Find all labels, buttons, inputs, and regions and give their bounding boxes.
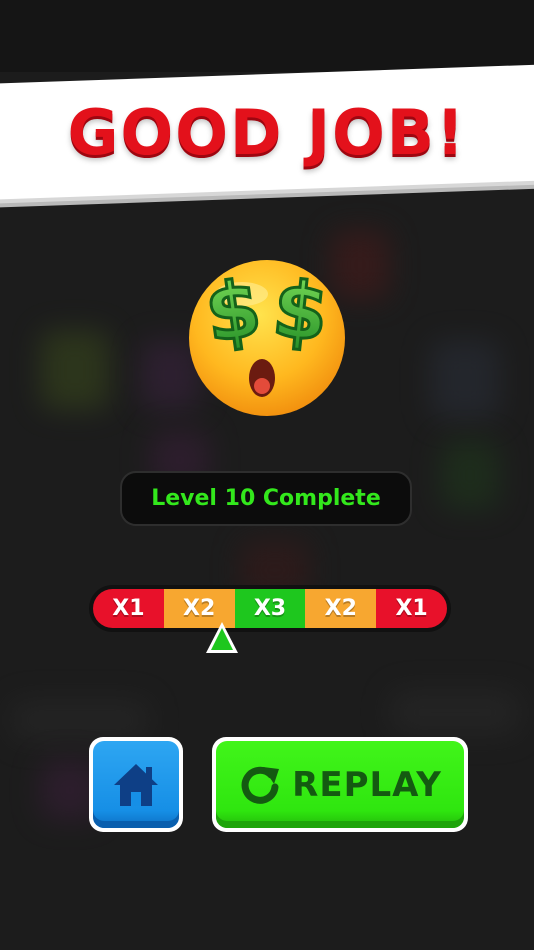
multiplier-segment: X3 (234, 589, 306, 628)
bg-blob (40, 330, 110, 410)
multiplier-segments: X1 X2 X3 X2 X1 (93, 589, 447, 628)
home-button[interactable] (89, 737, 183, 832)
bg-blob (10, 700, 150, 740)
banner-title: GOOD JOB! (67, 96, 467, 169)
multiplier-pointer-icon (206, 622, 238, 653)
bg-blob (390, 690, 520, 735)
good-job-banner: GOOD JOB! (0, 60, 534, 210)
home-button-face[interactable] (93, 741, 179, 828)
replay-button-face[interactable]: REPLAY (216, 741, 464, 828)
svg-text:$: $ (269, 264, 332, 359)
level-complete-badge: Level 10 Complete (120, 471, 412, 526)
multiplier-segment: X2 (305, 589, 377, 628)
money-eyes-emoji-icon: $ $ (189, 260, 345, 416)
replay-button[interactable]: REPLAY (212, 737, 468, 832)
multiplier-bar: X1 X2 X3 X2 X1 (89, 585, 451, 632)
replay-label: REPLAY (292, 764, 442, 805)
home-icon (114, 763, 158, 806)
bg-blob (430, 340, 500, 420)
refresh-icon (241, 766, 280, 804)
bg-blob (440, 440, 500, 510)
multiplier-segment: X1 (93, 589, 164, 628)
level-complete-label: Level 10 Complete (151, 486, 381, 511)
multiplier-segment: X1 (376, 589, 447, 628)
